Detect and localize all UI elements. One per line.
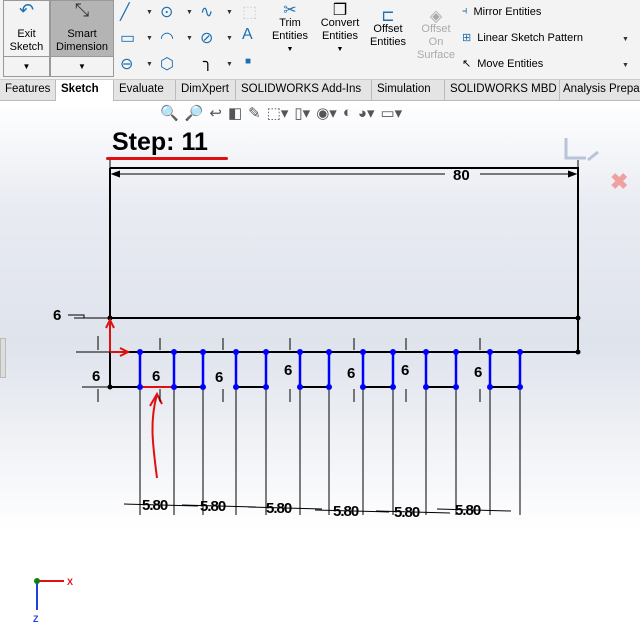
sketch-point	[137, 384, 143, 390]
dimension-spacing[interactable]: 5.80	[142, 497, 169, 514]
sketch-point	[390, 349, 396, 355]
sketch-point	[423, 384, 429, 390]
dimension-slot-height[interactable]: 6	[474, 364, 482, 381]
sketch-point	[297, 384, 303, 390]
coordinate-triad: X Z	[33, 577, 73, 624]
sketch: ✖ 80 6 6 6 6 6 6 6 6 5.80 5.80 5.80 5.80 5.80 5.80…	[33, 138, 628, 624]
sketch-point	[453, 384, 459, 390]
sketch-point	[171, 384, 177, 390]
sketch-point	[200, 384, 206, 390]
dimension-top-offset[interactable]: 6	[53, 307, 61, 324]
sketch-point	[487, 349, 493, 355]
confirmation-corner[interactable]: ✖	[564, 138, 628, 194]
dimension-slot-height[interactable]: 6	[215, 369, 223, 386]
origin-arrows	[105, 317, 163, 479]
dimension-slot-height[interactable]: 6	[284, 362, 292, 379]
sketch-point	[233, 384, 239, 390]
sketch-point	[233, 349, 239, 355]
sketch-point	[360, 349, 366, 355]
panel-handle[interactable]	[0, 338, 6, 378]
slot-lines	[138, 352, 522, 387]
dimension-lines	[68, 160, 579, 515]
annotation-arrow	[149, 391, 163, 479]
cancel-icon: ✖	[610, 169, 628, 194]
dimension-spacing[interactable]: 5.80	[455, 502, 482, 519]
sketch-point	[137, 349, 143, 355]
sketch-point	[171, 349, 177, 355]
dimension-slot-height[interactable]: 6	[347, 365, 355, 382]
sketch-point	[297, 349, 303, 355]
dimension-spacing[interactable]: 5.80	[200, 498, 227, 515]
sketch-point	[517, 349, 523, 355]
sketch-point	[326, 384, 332, 390]
svg-text:Z: Z	[33, 614, 39, 624]
sketch-point	[263, 384, 269, 390]
sketch-point	[517, 384, 523, 390]
dimension-spacing[interactable]: 5.80	[333, 503, 360, 520]
dimension-slot-height[interactable]: 6	[401, 362, 409, 379]
sketch-point	[200, 349, 206, 355]
svg-text:X: X	[67, 577, 73, 587]
sketch-point	[360, 384, 366, 390]
sketch-point	[326, 349, 332, 355]
dimension-left-height[interactable]: 6	[92, 368, 100, 385]
sketch-point	[453, 349, 459, 355]
dimension-80[interactable]: 80	[453, 167, 470, 184]
dimension-spacing[interactable]: 5.80	[266, 500, 293, 517]
sketch-point	[423, 349, 429, 355]
sketch-outline	[109, 167, 579, 388]
sketch-point	[263, 349, 269, 355]
dimension-spacing[interactable]: 5.80	[394, 504, 421, 521]
sketch-point	[487, 384, 493, 390]
dimension-slot-height[interactable]: 6	[152, 368, 160, 385]
sketch-point	[390, 384, 396, 390]
